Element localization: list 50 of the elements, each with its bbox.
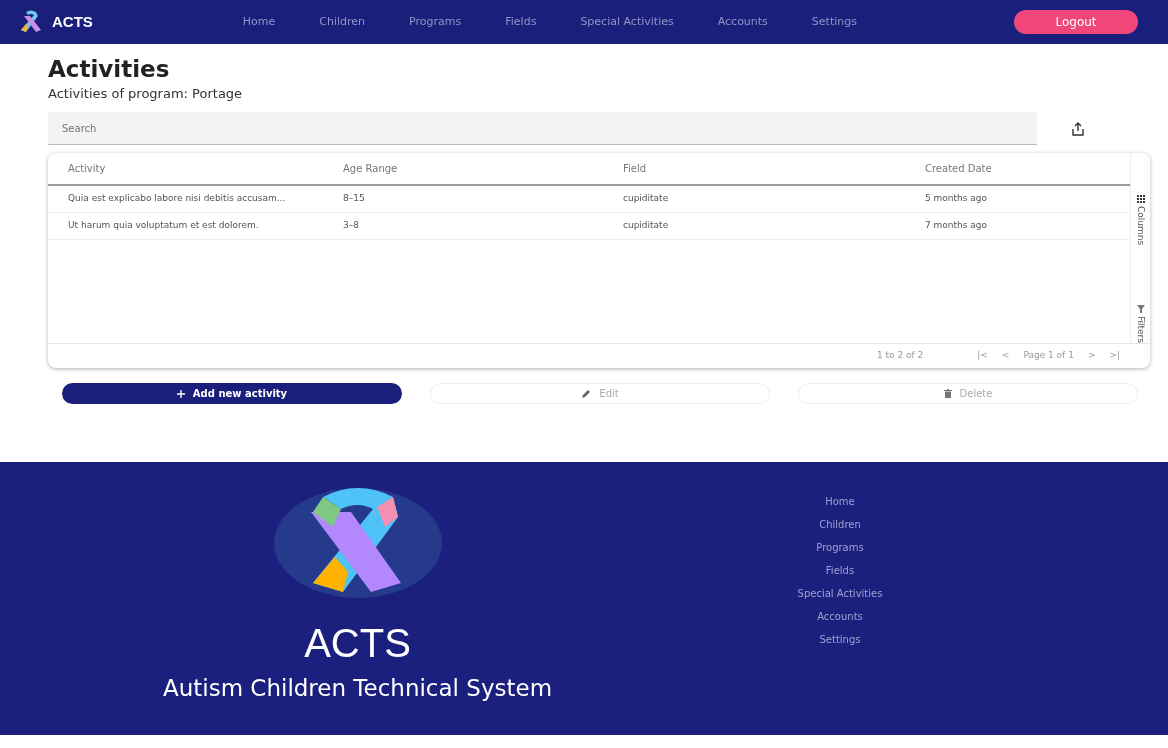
ribbon-logo-icon xyxy=(272,487,443,600)
nav-link[interactable]: Special Activities xyxy=(580,13,674,31)
nav-link[interactable]: Accounts xyxy=(717,13,768,31)
footer-link[interactable]: Home xyxy=(825,494,855,510)
table-cell-text: 3–8 xyxy=(342,219,360,233)
filter-icon xyxy=(1136,305,1145,314)
add-button[interactable]: Add new activity xyxy=(62,383,402,405)
column-header[interactable]: Age Range xyxy=(323,161,603,177)
footer-link[interactable]: Fields xyxy=(825,563,855,579)
export-icon[interactable] xyxy=(1071,121,1085,136)
column-header[interactable]: Activity xyxy=(48,161,323,177)
footer-link[interactable]: Settings xyxy=(819,632,861,648)
trash-icon xyxy=(943,389,952,399)
footer-link[interactable]: Special Activities xyxy=(797,586,883,602)
table-cell-text: 5 months ago xyxy=(924,192,989,206)
table-cell-text: Quia est explicabo labore nisi debitis accusam... xyxy=(67,192,287,206)
plus-icon xyxy=(176,389,185,398)
table-cell-text: 8–15 xyxy=(342,192,366,206)
footer-link[interactable]: Programs xyxy=(816,540,864,556)
next-page-button[interactable]: > xyxy=(1087,349,1096,363)
ribbon-logo-icon xyxy=(18,10,44,34)
column-header[interactable]: Created Date xyxy=(905,161,1130,177)
footer-link[interactable]: Accounts xyxy=(817,609,863,625)
side-tab[interactable]: Columns xyxy=(1133,195,1148,246)
logout-button[interactable]: Logout xyxy=(1014,10,1138,34)
nav-link[interactable]: Fields xyxy=(505,13,537,31)
page-title: Activities xyxy=(48,56,171,84)
nav-link[interactable]: Home xyxy=(242,13,276,31)
nav-link[interactable]: Children xyxy=(319,13,366,31)
brand-name: ACTS xyxy=(52,11,93,32)
nav-link[interactable]: Programs xyxy=(409,13,462,31)
side-tab[interactable]: Filters xyxy=(1133,305,1148,344)
row-count: 1 to 2 of 2 xyxy=(876,349,924,363)
footer-tagline: Autism Children Technical System xyxy=(162,674,553,704)
table-cell-text: Ut harum quia voluptatum et est dolorem. xyxy=(67,219,260,233)
first-page-button[interactable]: |< xyxy=(977,349,988,363)
table-cell-text: 7 months ago xyxy=(924,219,989,233)
nav-link[interactable]: Settings xyxy=(811,13,857,31)
last-page-button[interactable]: >| xyxy=(1109,349,1120,363)
footer-link[interactable]: Children xyxy=(819,517,861,533)
pencil-icon xyxy=(581,388,592,399)
search-field[interactable]: Search xyxy=(48,112,1037,146)
grid-icon xyxy=(1136,195,1145,204)
table-cell-text: cupiditate xyxy=(622,219,670,233)
page-indicator: Page 1 of 1 xyxy=(1023,349,1074,363)
previous-page-button[interactable]: < xyxy=(1001,349,1010,363)
footer-title: ACTS xyxy=(304,623,411,664)
column-header[interactable]: Field xyxy=(603,161,905,177)
page-subtitle: Activities of program: Portage xyxy=(48,84,244,103)
table-cell-text: cupiditate xyxy=(622,192,670,206)
